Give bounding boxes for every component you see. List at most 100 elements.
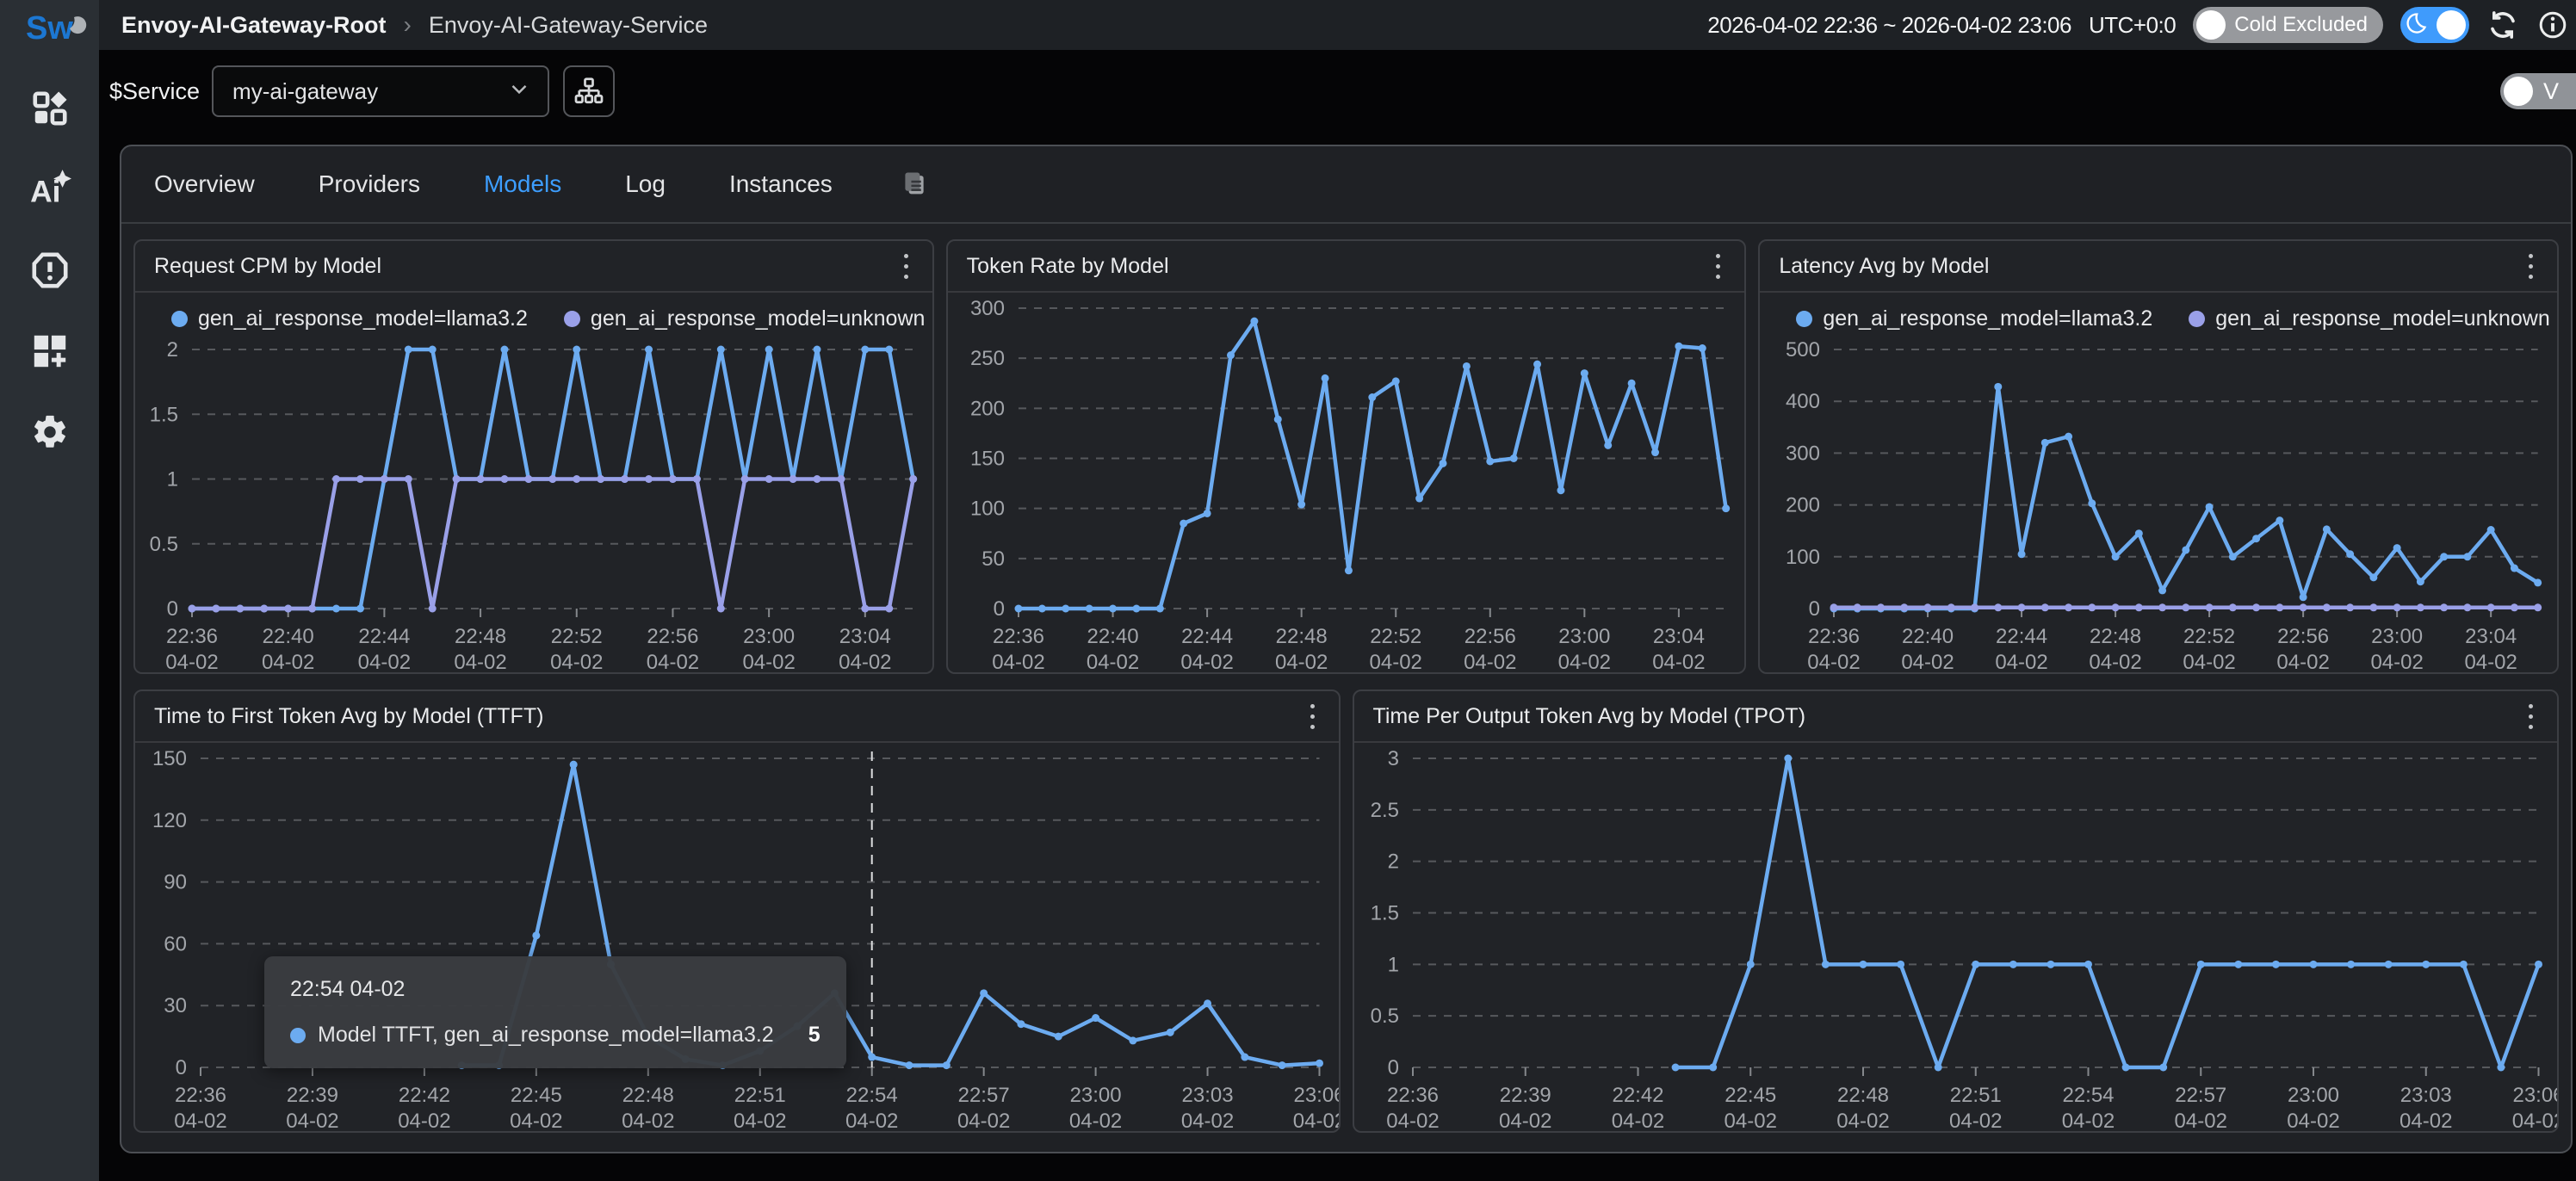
svg-text:400: 400 — [1786, 390, 1820, 413]
chart-card-tpot: Time Per Output Token Avg by Model (TPOT… — [1353, 689, 2560, 1133]
svg-text:22:48: 22:48 — [455, 625, 506, 648]
kebab-menu-icon[interactable] — [899, 247, 913, 286]
chart-body: gen_ai_response_model=llama3.2 gen_ai_res… — [1760, 293, 2557, 672]
svg-text:23:00: 23:00 — [1558, 625, 1610, 648]
svg-text:0.5: 0.5 — [1370, 1005, 1398, 1028]
tab-providers[interactable]: Providers — [319, 170, 420, 198]
svg-text:04-02: 04-02 — [2400, 1110, 2452, 1131]
svg-text:22:52: 22:52 — [1370, 625, 1421, 648]
cold-excluded-label: Cold Excluded — [2234, 13, 2368, 37]
svg-text:04-02: 04-02 — [622, 1110, 674, 1131]
svg-text:22:39: 22:39 — [1499, 1084, 1551, 1107]
svg-text:04-02: 04-02 — [1181, 1110, 1234, 1131]
breadcrumb-current[interactable]: Envoy-AI-Gateway-Service — [429, 12, 708, 39]
svg-text:22:54: 22:54 — [2062, 1084, 2114, 1107]
version-toggle[interactable]: V — [2500, 73, 2576, 109]
tab-instances[interactable]: Instances — [729, 170, 833, 198]
svg-text:04-02: 04-02 — [1808, 651, 1861, 672]
latency-avg-chart-canvas[interactable]: 010020030040050022:3604-0222:4004-0222:4… — [1760, 334, 2557, 672]
svg-text:0: 0 — [1809, 597, 1820, 621]
svg-text:100: 100 — [1786, 546, 1820, 569]
tab-models[interactable]: Models — [484, 170, 561, 198]
chart-card-request-cpm: Request CPM by Model gen_ai_response_mod… — [133, 239, 934, 674]
svg-text:04-02: 04-02 — [1652, 651, 1705, 672]
request-cpm-chart-canvas[interactable]: 00.511.5222:3604-0222:4004-0222:4404-022… — [135, 334, 932, 672]
svg-text:23:04: 23:04 — [1653, 625, 1705, 648]
chevron-down-icon — [506, 76, 532, 108]
svg-text:23:03: 23:03 — [1182, 1084, 1234, 1107]
svg-text:22:40: 22:40 — [263, 625, 314, 648]
svg-text:04-02: 04-02 — [2061, 1110, 2114, 1131]
sidebar-item-marketplace[interactable] — [28, 89, 71, 132]
tab-log[interactable]: Log — [625, 170, 666, 198]
sidebar-item-dashboards[interactable] — [28, 331, 71, 374]
kebab-menu-icon[interactable] — [1711, 247, 1725, 286]
svg-text:150: 150 — [970, 448, 1005, 471]
chart-title: Request CPM by Model — [154, 254, 381, 279]
dark-mode-toggle[interactable] — [2400, 7, 2469, 43]
dashboard-container: Overview Providers Models Log Instances Requ… — [120, 145, 2573, 1153]
sidebar: Sw Ai — [0, 0, 99, 1181]
svg-text:04-02: 04-02 — [2174, 1110, 2226, 1131]
toggle-knob — [2196, 10, 2226, 40]
svg-text:23:06: 23:06 — [2512, 1084, 2557, 1107]
svg-text:04-02: 04-02 — [2287, 1110, 2339, 1131]
svg-text:04-02: 04-02 — [1949, 1110, 2002, 1131]
sidebar-item-ai-pipe[interactable]: Ai — [28, 170, 71, 213]
copy-dashboard-icon[interactable] — [900, 170, 929, 199]
timezone-label: UTC+0:0 — [2089, 12, 2176, 39]
charts-grid: Request CPM by Model gen_ai_response_mod… — [121, 224, 2571, 1148]
chart-title: Latency Avg by Model — [1779, 254, 1989, 279]
svg-text:0.5: 0.5 — [150, 533, 178, 556]
kebab-menu-icon[interactable] — [2523, 697, 2538, 736]
chart-body: 030609012015022:3604-0222:3904-0222:4204… — [135, 743, 1339, 1131]
logo-crescent-icon — [68, 7, 87, 44]
svg-text:04-02: 04-02 — [1499, 1110, 1551, 1131]
sidebar-item-settings[interactable] — [28, 412, 71, 455]
svg-text:04-02: 04-02 — [1087, 651, 1139, 672]
sidebar-item-alerts[interactable] — [28, 250, 71, 294]
tab-overview[interactable]: Overview — [154, 170, 255, 198]
info-button[interactable] — [2536, 9, 2569, 41]
legend-item[interactable]: gen_ai_response_model=unknown — [564, 306, 926, 331]
cold-excluded-toggle[interactable]: Cold Excluded — [2193, 7, 2383, 43]
service-select[interactable]: my-ai-gateway — [212, 65, 549, 117]
kebab-menu-icon[interactable] — [2523, 247, 2538, 286]
svg-text:2.5: 2.5 — [1370, 799, 1398, 822]
svg-text:23:06: 23:06 — [1293, 1084, 1338, 1107]
charts-row-1: Request CPM by Model gen_ai_response_mod… — [133, 239, 2559, 674]
token-rate-chart-canvas[interactable]: 05010015020025030022:3604-0222:4004-0222… — [948, 293, 1745, 672]
svg-text:22:52: 22:52 — [551, 625, 603, 648]
legend-item[interactable]: gen_ai_response_model=llama3.2 — [1796, 306, 2152, 331]
time-range-picker[interactable]: 2026-04-02 22:36 ~ 2026-04-02 23:06 — [1707, 12, 2071, 39]
kebab-menu-icon[interactable] — [1305, 697, 1320, 736]
topbar: Envoy-AI-Gateway-Root › Envoy-AI-Gateway… — [99, 0, 2576, 50]
svg-text:04-02: 04-02 — [1996, 651, 2048, 672]
chart-card-token-rate: Token Rate by Model 05010015020025030022… — [946, 239, 1747, 674]
skywalking-logo[interactable]: Sw — [26, 10, 73, 47]
legend-item[interactable]: gen_ai_response_model=unknown — [2189, 306, 2550, 331]
svg-text:22:51: 22:51 — [734, 1084, 786, 1107]
svg-text:22:56: 22:56 — [1464, 625, 1515, 648]
ttft-chart-canvas[interactable]: 030609012015022:3604-0222:3904-0222:4204… — [135, 743, 1339, 1131]
svg-text:04-02: 04-02 — [1386, 1110, 1439, 1131]
svg-text:04-02: 04-02 — [845, 1110, 898, 1131]
service-select-value: my-ai-gateway — [232, 78, 506, 105]
refresh-button[interactable] — [2486, 9, 2519, 41]
tooltip-time: 22:54 04-02 — [290, 977, 820, 1002]
svg-text:23:04: 23:04 — [2465, 625, 2517, 648]
chart-card-ttft: Time to First Token Avg by Model (TTFT) … — [133, 689, 1341, 1133]
svg-text:04-02: 04-02 — [957, 1110, 1010, 1131]
svg-text:23:03: 23:03 — [2400, 1084, 2451, 1107]
svg-text:04-02: 04-02 — [839, 651, 891, 672]
svg-text:300: 300 — [1786, 442, 1820, 465]
legend-item[interactable]: gen_ai_response_model=llama3.2 — [171, 306, 528, 331]
svg-text:22:40: 22:40 — [1087, 625, 1138, 648]
tpot-chart-canvas[interactable]: 00.511.522.5322:3604-0222:3904-0222:4204… — [1354, 743, 2558, 1131]
svg-text:1.5: 1.5 — [1370, 902, 1398, 925]
card-header: Time Per Output Token Avg by Model (TPOT… — [1354, 691, 2558, 743]
breadcrumb-root[interactable]: Envoy-AI-Gateway-Root — [121, 12, 387, 39]
breadcrumb: Envoy-AI-Gateway-Root › Envoy-AI-Gateway… — [121, 11, 708, 39]
legend-label: gen_ai_response_model=llama3.2 — [198, 306, 528, 331]
topology-button[interactable] — [563, 65, 615, 117]
